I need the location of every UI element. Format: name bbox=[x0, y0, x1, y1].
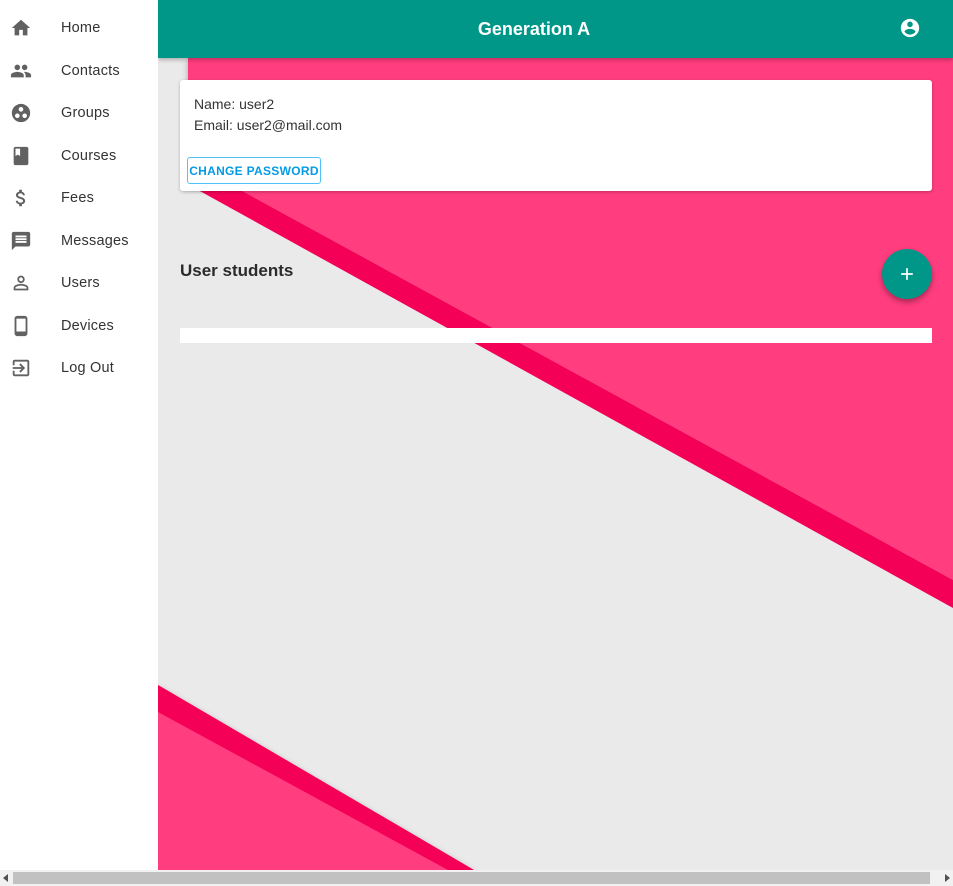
phone-device-icon bbox=[10, 315, 32, 337]
sidebar-item-label: Messages bbox=[61, 233, 129, 249]
home-icon bbox=[10, 17, 32, 39]
sidebar-item-label: Home bbox=[61, 20, 101, 36]
sidebar-item-groups[interactable]: Groups bbox=[0, 92, 158, 134]
message-icon bbox=[10, 230, 32, 252]
group-work-icon bbox=[10, 102, 32, 124]
horizontal-scrollbar[interactable] bbox=[0, 870, 953, 886]
scroll-left-icon[interactable] bbox=[0, 870, 12, 886]
sidebar-item-courses[interactable]: Courses bbox=[0, 135, 158, 177]
app-bar: Generation A bbox=[158, 0, 953, 58]
sidebar: Home Contacts Groups Courses Fees Messag… bbox=[0, 0, 158, 870]
sidebar-item-devices[interactable]: Devices bbox=[0, 305, 158, 347]
book-icon bbox=[10, 145, 32, 167]
sidebar-item-contacts[interactable]: Contacts bbox=[0, 50, 158, 92]
change-password-button[interactable]: CHANGE PASSWORD bbox=[187, 157, 321, 184]
sidebar-item-label: Contacts bbox=[61, 63, 120, 79]
account-circle-icon[interactable] bbox=[899, 17, 921, 39]
profile-card: Name: user2 Email: user2@mail.com CHANGE… bbox=[180, 80, 932, 191]
sidebar-item-label: Log Out bbox=[61, 360, 114, 376]
people-icon bbox=[10, 60, 32, 82]
students-section-title: User students bbox=[180, 261, 294, 280]
sidebar-item-label: Fees bbox=[61, 190, 95, 206]
students-list bbox=[180, 328, 932, 343]
sidebar-item-label: Users bbox=[61, 275, 100, 291]
sidebar-item-logout[interactable]: Log Out bbox=[0, 347, 158, 389]
scrollbar-thumb[interactable] bbox=[13, 872, 930, 884]
app-title: Generation A bbox=[477, 19, 591, 39]
scroll-right-icon[interactable] bbox=[941, 870, 953, 886]
profile-email: Email: user2@mail.com bbox=[194, 117, 343, 133]
logout-icon bbox=[10, 357, 32, 379]
dollar-icon bbox=[10, 187, 32, 209]
sidebar-item-users[interactable]: Users bbox=[0, 262, 158, 304]
sidebar-item-label: Courses bbox=[61, 148, 117, 164]
profile-name: Name: user2 bbox=[194, 96, 275, 112]
person-icon bbox=[10, 272, 32, 294]
sidebar-item-messages[interactable]: Messages bbox=[0, 220, 158, 262]
sidebar-item-home[interactable]: Home bbox=[0, 7, 158, 49]
sidebar-item-label: Groups bbox=[61, 105, 110, 121]
main-content: Generation A Name: user2 Email: user2@ma… bbox=[158, 0, 953, 870]
plus-icon bbox=[901, 268, 913, 280]
sidebar-item-fees[interactable]: Fees bbox=[0, 177, 158, 219]
add-student-button[interactable] bbox=[882, 249, 932, 299]
sidebar-item-label: Devices bbox=[61, 318, 114, 334]
